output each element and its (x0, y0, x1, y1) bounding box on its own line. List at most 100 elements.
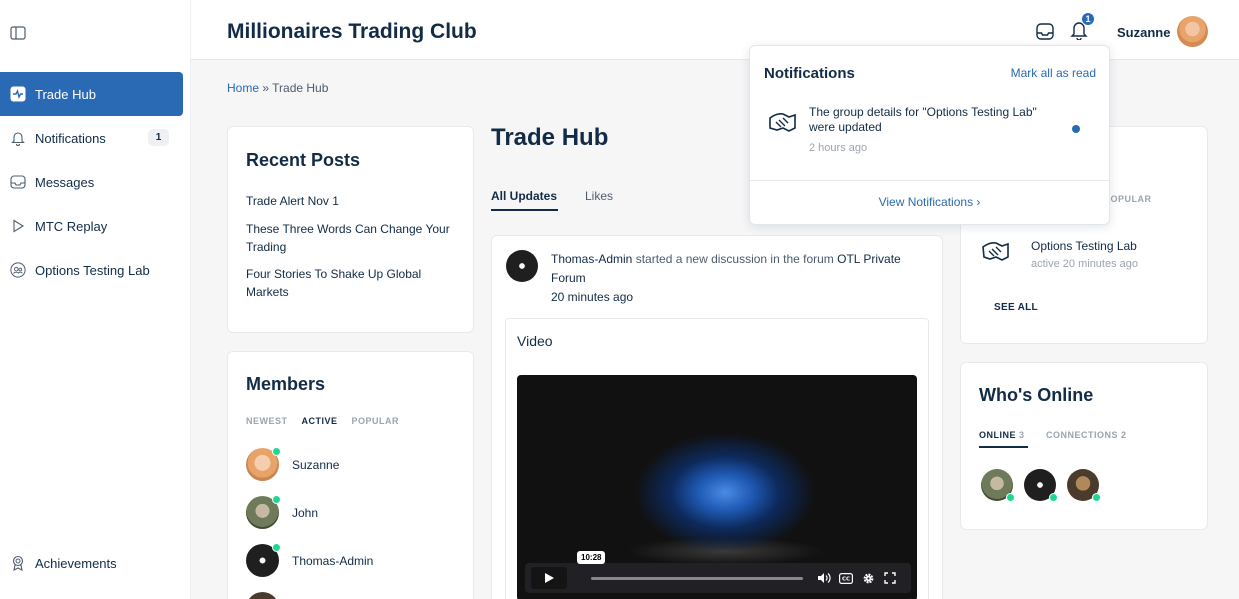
avatar[interactable] (1067, 469, 1101, 502)
recent-post-link[interactable]: These Three Words Can Change Your Tradin… (246, 220, 461, 256)
inbox-icon (10, 174, 26, 190)
online-status-dot (272, 543, 281, 552)
recent-posts-title: Recent Posts (246, 150, 361, 170)
members-widget: Members NEWEST ACTIVE POPULAR Suzanne Jo… (227, 351, 474, 599)
sidebar-item-label: Notifications (35, 130, 106, 146)
notification-text[interactable]: The group details for "Options Testing L… (809, 105, 1064, 135)
video-embed: Video 10:28 CC (505, 318, 929, 599)
member-name: Thomas-Admin (292, 553, 374, 568)
tab-online-label: ONLINE (979, 430, 1017, 440)
award-icon (10, 555, 26, 571)
members-tab-newest[interactable]: NEWEST (246, 416, 288, 426)
tab-connections-label: CONNECTIONS (1046, 430, 1119, 440)
group-avatar-icon (769, 112, 796, 132)
video-controls: 10:28 CC (525, 551, 911, 593)
notifications-badge: 1 (1081, 12, 1095, 26)
recent-post-link[interactable]: Four Stories To Shake Up Global Markets (246, 265, 461, 301)
notification-time: 2 hours ago (809, 142, 868, 154)
online-status-dot (1092, 493, 1101, 502)
sidebar-item-options-testing-lab[interactable]: Options Testing Lab (0, 248, 183, 292)
member-item[interactable]: John (246, 495, 319, 529)
member-item[interactable] (246, 592, 292, 599)
video-label: Video (517, 333, 553, 349)
play-icon (545, 573, 554, 583)
video-play-button[interactable] (531, 567, 567, 589)
video-progress-bar[interactable] (591, 577, 803, 580)
group-avatar-icon[interactable] (980, 235, 1012, 267)
activity-feed-item: Thomas-Admin started a new discussion in… (491, 235, 943, 599)
messages-inbox-icon[interactable] (1036, 23, 1054, 40)
members-tab-popular[interactable]: POPULAR (352, 416, 400, 426)
members-tab-active[interactable]: ACTIVE (302, 416, 338, 426)
tab-likes[interactable]: Likes (585, 189, 613, 203)
notifications-dropdown: Notifications Mark all as read The group… (749, 45, 1110, 225)
sidebar-item-label: Trade Hub (35, 86, 96, 102)
page-title: Trade Hub (491, 124, 609, 151)
avatar (246, 543, 281, 577)
captions-icon[interactable]: CC (839, 571, 853, 585)
tab-all-updates[interactable]: All Updates (491, 189, 557, 203)
volume-icon[interactable] (817, 571, 831, 585)
sidebar-item-label: MTC Replay (35, 218, 108, 234)
notifications-count-badge: 1 (148, 129, 169, 146)
sidebar-item-notifications[interactable]: Notifications 1 (0, 116, 183, 160)
avatar (246, 447, 281, 481)
avatar[interactable] (981, 469, 1015, 502)
recent-posts-widget: Recent Posts Trade Alert Nov 1 These Thr… (227, 126, 474, 333)
avatar (246, 592, 279, 599)
notifications-title: Notifications (764, 65, 855, 82)
sidebar-toggle-icon[interactable] (10, 26, 26, 40)
member-name: John (292, 505, 319, 520)
tab-online[interactable]: ONLINE 3 (979, 430, 1025, 440)
sidebar-item-mtc-replay[interactable]: MTC Replay (0, 204, 183, 248)
avatar[interactable] (1024, 469, 1058, 502)
site-title[interactable]: Millionaires Trading Club (227, 20, 477, 44)
tab-connections[interactable]: CONNECTIONS 2 (1046, 430, 1127, 440)
sidebar-item-achievements[interactable]: Achievements (0, 541, 183, 585)
members-title: Members (246, 374, 326, 394)
sidebar-item-trade-hub[interactable]: Trade Hub (0, 72, 183, 116)
video-player[interactable]: 10:28 CC (517, 375, 917, 599)
member-name: Suzanne (292, 457, 340, 472)
breadcrumb-separator: » (259, 81, 273, 95)
breadcrumb-current: Trade Hub (272, 81, 329, 95)
member-item[interactable]: Suzanne (246, 447, 340, 481)
connections-count: 2 (1121, 430, 1127, 440)
activity-time: 20 minutes ago (551, 290, 634, 304)
online-status-dot (1049, 493, 1058, 502)
user-name[interactable]: Suzanne (1117, 25, 1170, 40)
video-time-tooltip: 10:28 (577, 551, 606, 564)
breadcrumb-home-link[interactable]: Home (227, 81, 259, 95)
online-status-dot (1006, 493, 1015, 502)
mark-all-read-link[interactable]: Mark all as read (1011, 66, 1096, 80)
avatar (246, 495, 281, 529)
online-count: 3 (1019, 430, 1025, 440)
sidebar-item-label: Messages (35, 174, 95, 190)
view-notifications-link[interactable]: View Notifications › (750, 195, 1109, 209)
avatar[interactable] (506, 250, 538, 282)
members-tabs: NEWEST ACTIVE POPULAR (246, 416, 399, 426)
group-icon (10, 262, 26, 278)
settings-gear-icon[interactable] (861, 571, 875, 585)
user-avatar[interactable] (1177, 16, 1208, 47)
see-all-groups-link[interactable]: SEE ALL (994, 302, 1038, 313)
fullscreen-icon[interactable] (883, 571, 897, 585)
sidebar-item-label: Options Testing Lab (35, 262, 150, 278)
bell-icon (10, 130, 26, 146)
divider (750, 180, 1109, 181)
group-last-active: active 20 minutes ago (1031, 258, 1139, 270)
group-name-link[interactable]: Options Testing Lab (1031, 239, 1137, 253)
online-status-dot (272, 495, 281, 504)
online-tab-underline (979, 446, 1028, 448)
svg-text:CC: CC (842, 576, 850, 582)
unread-indicator-dot (1072, 125, 1080, 133)
sidebar-item-messages[interactable]: Messages (0, 160, 183, 204)
sidebar: Trade Hub Notifications 1 Messages MTC R… (0, 0, 191, 599)
member-item[interactable]: Thomas-Admin (246, 543, 374, 577)
groups-tab-popular[interactable]: POPULAR (1104, 194, 1152, 204)
whos-online-title: Who's Online (979, 385, 1094, 405)
recent-post-link[interactable]: Trade Alert Nov 1 (246, 192, 461, 210)
breadcrumb: Home » Trade Hub (227, 81, 328, 95)
active-tab-underline (491, 209, 558, 211)
activity-author-link[interactable]: Thomas-Admin (551, 252, 632, 266)
